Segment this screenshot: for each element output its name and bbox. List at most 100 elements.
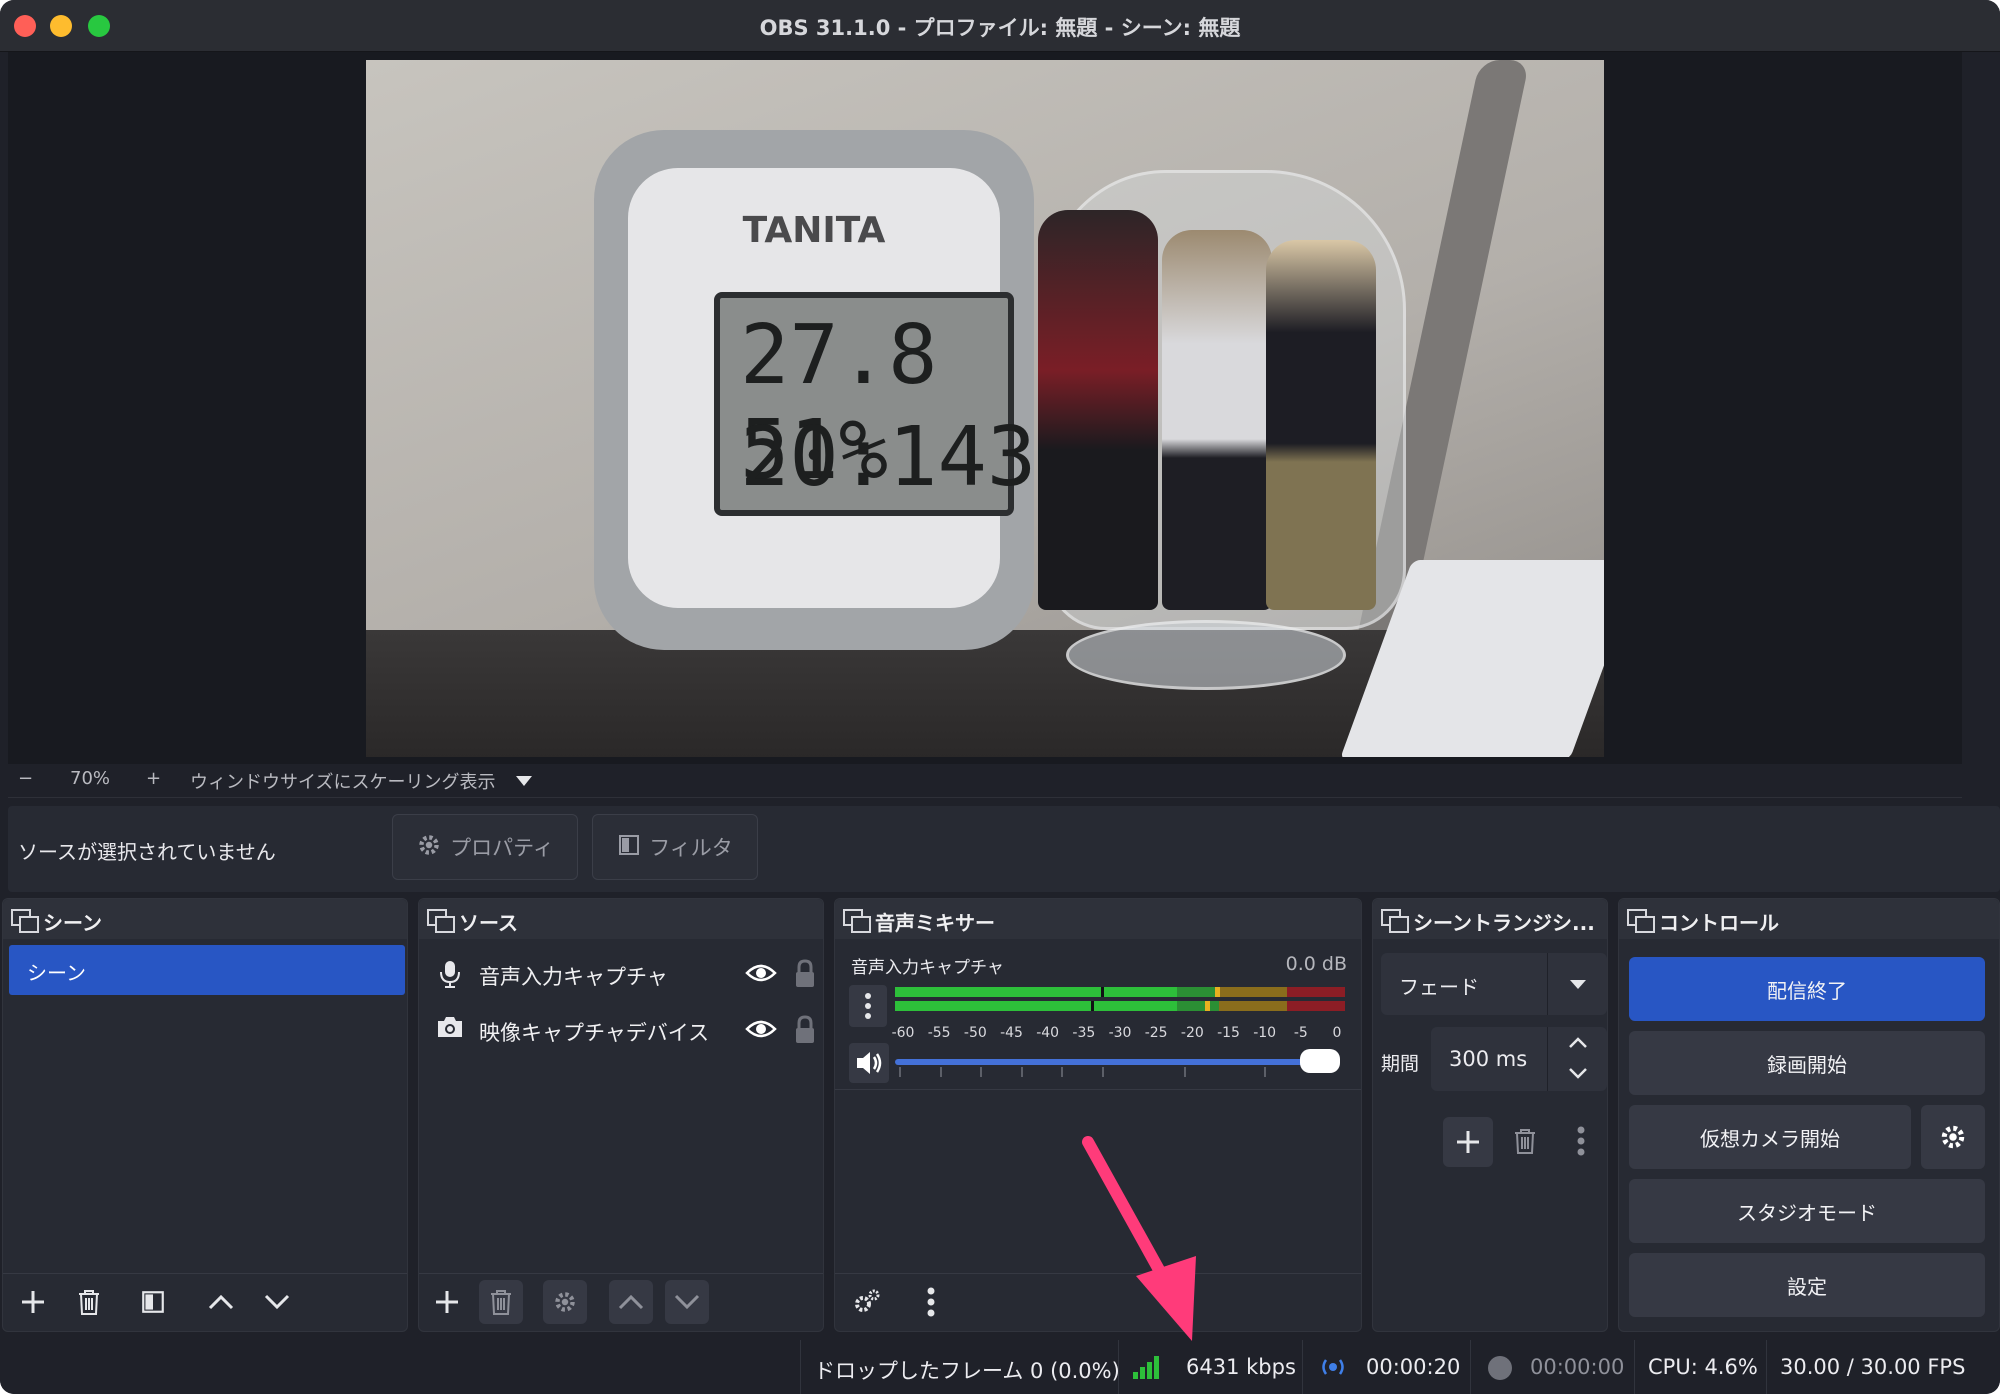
transition-dropdown-button[interactable] [1547, 953, 1607, 1015]
studio-mode-button[interactable]: スタジオモード [1629, 1179, 1985, 1243]
sources-dock-header[interactable]: ソース [419, 899, 823, 939]
audio-meter-bottom [895, 1001, 1345, 1011]
filter-icon [142, 1291, 164, 1313]
preview-figure-middle [1162, 230, 1272, 610]
dock-float-icon[interactable] [1627, 909, 1655, 933]
preview-clock-brand: TANITA [742, 210, 886, 251]
plus-icon [436, 1291, 458, 1313]
mixer-dock-header[interactable]: 音声ミキサー [835, 899, 1361, 939]
visibility-eye-icon[interactable] [745, 961, 777, 987]
kebab-menu-icon [865, 993, 871, 1019]
dock-float-icon[interactable] [427, 909, 455, 933]
meter-tick-label: -50 [963, 1025, 987, 1041]
volume-slider-ticks [899, 1067, 1266, 1077]
dock-float-icon[interactable] [843, 909, 871, 933]
move-scene-down-button[interactable] [255, 1280, 299, 1324]
remove-transition-button[interactable] [1503, 1119, 1547, 1163]
transition-menu-button[interactable] [1559, 1119, 1603, 1163]
add-scene-button[interactable] [11, 1280, 55, 1324]
stop-streaming-button[interactable]: 配信終了 [1629, 957, 1985, 1021]
chevron-down-icon [1570, 980, 1586, 989]
filter-icon [617, 833, 641, 862]
add-source-button[interactable] [425, 1280, 469, 1324]
recording-status-icon [1486, 1354, 1514, 1387]
advanced-audio-properties-button[interactable] [845, 1280, 889, 1324]
source-item-video-capture[interactable]: 映像キャプチャデバイス [435, 1011, 815, 1051]
trash-icon [79, 1290, 99, 1315]
trash-icon [1515, 1129, 1535, 1154]
camera-icon [435, 1015, 465, 1045]
dock-float-icon[interactable] [11, 909, 39, 933]
filters-label: フィルタ [649, 836, 733, 860]
mute-button[interactable] [849, 1043, 889, 1083]
cpu-usage: CPU: 4.6% [1648, 1355, 1758, 1379]
duration-stepper[interactable] [1547, 1027, 1607, 1091]
scenes-dock: シーン シーン [2, 898, 408, 1332]
transitions-dock-header[interactable]: シーントランジシ... [1373, 899, 1607, 939]
zoom-level: 70% [70, 768, 111, 789]
dock-float-icon[interactable] [1381, 909, 1409, 933]
chevron-down-icon [264, 1294, 290, 1310]
scaling-mode-dropdown-icon[interactable] [514, 772, 534, 793]
move-scene-up-button[interactable] [199, 1280, 243, 1324]
audio-meter-top [895, 987, 1345, 997]
meter-tick-label: -5 [1293, 1025, 1308, 1041]
kebab-menu-icon [1577, 1126, 1585, 1156]
connection-signal-icon [1132, 1354, 1162, 1385]
volume-slider-track[interactable] [895, 1059, 1329, 1065]
start-recording-button[interactable]: 録画開始 [1629, 1031, 1985, 1095]
preview-canvas[interactable]: TANITA 27.8 51% 20:1430 [366, 60, 1604, 757]
properties-label: プロパティ [450, 836, 554, 860]
duration-label: 期間 [1381, 1053, 1420, 1075]
meter-tick-label: -60 [891, 1025, 915, 1041]
chevron-up-icon [208, 1294, 234, 1310]
controls-dock-header[interactable]: コントロール [1619, 899, 1999, 939]
source-properties-button[interactable] [543, 1280, 587, 1324]
meter-tick-label: -25 [1144, 1025, 1168, 1041]
zoom-in-button[interactable]: + [146, 768, 161, 789]
meter-tick-label: -10 [1253, 1025, 1277, 1041]
mixer-menu-button[interactable] [909, 1280, 953, 1324]
stepper-icon [1569, 1037, 1587, 1079]
scene-transitions-dock: シーントランジシ... フェード 期間 300 ms [1372, 898, 1608, 1332]
visibility-eye-icon[interactable] [745, 1017, 777, 1043]
volume-slider-thumb[interactable] [1300, 1049, 1341, 1073]
source-item-audio-input[interactable]: 音声入力キャプチャ [435, 955, 815, 995]
scene-list-item[interactable]: シーン [9, 945, 405, 995]
preview-zoom-bar: − 70% + ウィンドウサイズにスケーリング表示 [8, 764, 1962, 798]
preview-clock-lcd: 27.8 51% 20:1430 [714, 292, 1086, 516]
plus-icon [1457, 1131, 1479, 1153]
stream-bitrate: 6431 kbps [1186, 1355, 1296, 1379]
audio-meter-scale: -60 -55 -50 -45 -40 -35 -30 -25 -20 -15 -10 -5 0 [891, 1019, 1355, 1043]
virtual-camera-settings-button[interactable] [1921, 1105, 1985, 1169]
transitions-dock-title: シーントランジシ... [1413, 911, 1595, 935]
properties-button[interactable]: プロパティ [392, 814, 578, 880]
lock-icon[interactable] [793, 959, 819, 989]
start-virtual-camera-button[interactable]: 仮想カメラ開始 [1629, 1105, 1911, 1169]
filters-button[interactable]: フィルタ [592, 814, 758, 880]
window-title: OBS 31.1.0 - プロファイル: 無題 - シーン: 無題 [759, 16, 1241, 40]
gears-icon [855, 1289, 880, 1312]
gear-icon [555, 1292, 575, 1312]
meter-tick-label: -15 [1217, 1025, 1240, 1041]
title-bar: OBS 31.1.0 - プロファイル: 無題 - シーン: 無題 [0, 0, 2000, 52]
move-source-up-button[interactable] [609, 1280, 653, 1324]
scenes-dock-header[interactable]: シーン [3, 899, 407, 939]
remove-scene-button[interactable] [67, 1280, 111, 1324]
sources-dock-title: ソース [459, 911, 518, 935]
scene-filters-button[interactable] [131, 1280, 175, 1324]
speaker-icon [857, 1052, 882, 1074]
lock-icon[interactable] [793, 1015, 819, 1045]
streaming-status-icon [1318, 1353, 1348, 1386]
source-item-label: 音声入力キャプチャ [479, 965, 668, 989]
add-transition-button[interactable] [1443, 1117, 1493, 1167]
scaling-mode-label[interactable]: ウィンドウサイズにスケーリング表示 [190, 768, 495, 794]
preview-figure-left [1038, 210, 1158, 610]
zoom-out-button[interactable]: − [18, 768, 33, 789]
settings-button[interactable]: 設定 [1629, 1253, 1985, 1317]
sources-dock-footer [419, 1273, 823, 1331]
move-source-down-button[interactable] [665, 1280, 709, 1324]
sources-dock: ソース 音声入力キャプチャ 映像キャプチャデバイス [418, 898, 824, 1332]
remove-source-button[interactable] [479, 1280, 523, 1324]
mixer-channel-menu-button[interactable] [849, 985, 887, 1027]
